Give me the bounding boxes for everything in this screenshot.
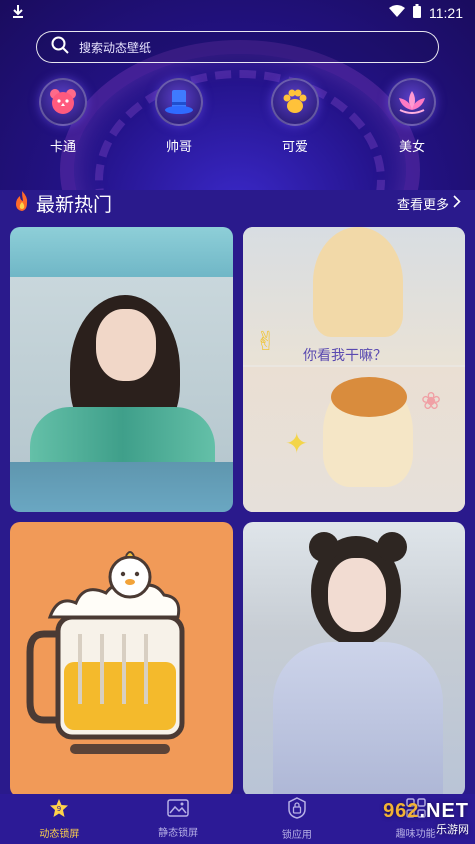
fire-icon — [12, 190, 32, 217]
wallpaper-card-girl-buns[interactable] — [243, 522, 465, 797]
status-time: 11:21 — [429, 5, 463, 21]
lock-icon — [287, 797, 307, 823]
search-icon — [51, 36, 69, 58]
download-icon — [12, 4, 24, 22]
watermark-logo: 962.NET — [383, 799, 469, 822]
see-more-label: 查看更多 — [396, 198, 449, 213]
tab-label: 锁应用 — [281, 830, 312, 841]
bear-icon — [39, 78, 87, 126]
dynamic-lock-icon: 9 — [49, 798, 69, 822]
category-label: 帅哥 — [165, 140, 192, 155]
category-label: 美女 — [398, 140, 425, 155]
wallpaper-caption: 你看我干嘛？ — [303, 348, 387, 364]
sparkle-icon: ✦ — [285, 427, 309, 460]
status-bar: 11:21 — [0, 0, 475, 26]
wallpaper-image — [10, 277, 233, 462]
watermark-text: 乐游网 — [436, 822, 469, 836]
lotus-icon — [388, 78, 436, 126]
site-watermark: 962.NET 乐游网 — [329, 796, 469, 840]
tab-label: 静态锁屏 — [158, 828, 199, 839]
category-handsome[interactable]: 帅哥 — [139, 78, 219, 155]
top-hat-icon — [155, 78, 203, 126]
search-input[interactable]: 搜索动态壁纸 — [36, 31, 439, 63]
peace-sign-icon: ✌ — [255, 327, 277, 357]
tab-dynamic-lockscreen[interactable]: 9 动态锁屏 — [0, 794, 119, 844]
battery-icon — [413, 4, 421, 22]
wallpaper-card-beer-duck[interactable] — [10, 522, 233, 797]
category-cartoon[interactable]: 卡通 — [23, 78, 103, 155]
category-label: 可爱 — [281, 140, 308, 155]
category-row: 卡通 帅哥 可爱 美女 — [0, 78, 475, 162]
wallpaper-card-cat[interactable]: ✌ 你看我干嘛？ ✦ ❀ — [243, 227, 465, 512]
category-label: 卡通 — [49, 140, 76, 155]
see-more-link[interactable]: 查看更多 — [397, 194, 461, 213]
paw-sticker-icon: ❀ — [421, 387, 442, 415]
wallpaper-card-girl-hanfu[interactable] — [10, 227, 233, 512]
search-placeholder: 搜索动态壁纸 — [79, 40, 152, 55]
bottom-tab-bar: 9 动态锁屏 静态锁屏 锁应用 趣味功能 962.NET 乐游网 — [0, 794, 475, 844]
tab-label: 动态锁屏 — [39, 829, 80, 840]
tab-static-lockscreen[interactable]: 静态锁屏 — [119, 794, 238, 844]
wifi-icon — [389, 4, 405, 22]
paw-icon — [271, 78, 319, 126]
category-beauty[interactable]: 美女 — [372, 78, 452, 155]
beer-mug-illustration — [26, 551, 185, 754]
svg-text:9: 9 — [57, 805, 61, 813]
image-icon — [167, 799, 189, 821]
section-title: 最新热门 — [36, 194, 113, 216]
category-cute[interactable]: 可爱 — [255, 78, 335, 155]
section-header: 最新热门 — [12, 190, 112, 217]
chevron-right-icon — [453, 195, 461, 212]
